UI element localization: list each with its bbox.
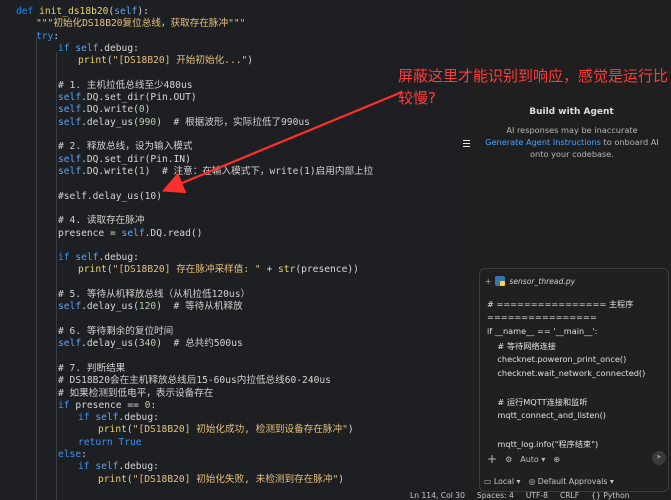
annotation-text: 屏蔽这里才能识别到响应，感觉是运行比较慢? bbox=[398, 67, 669, 107]
arrow-line bbox=[161, 90, 403, 194]
